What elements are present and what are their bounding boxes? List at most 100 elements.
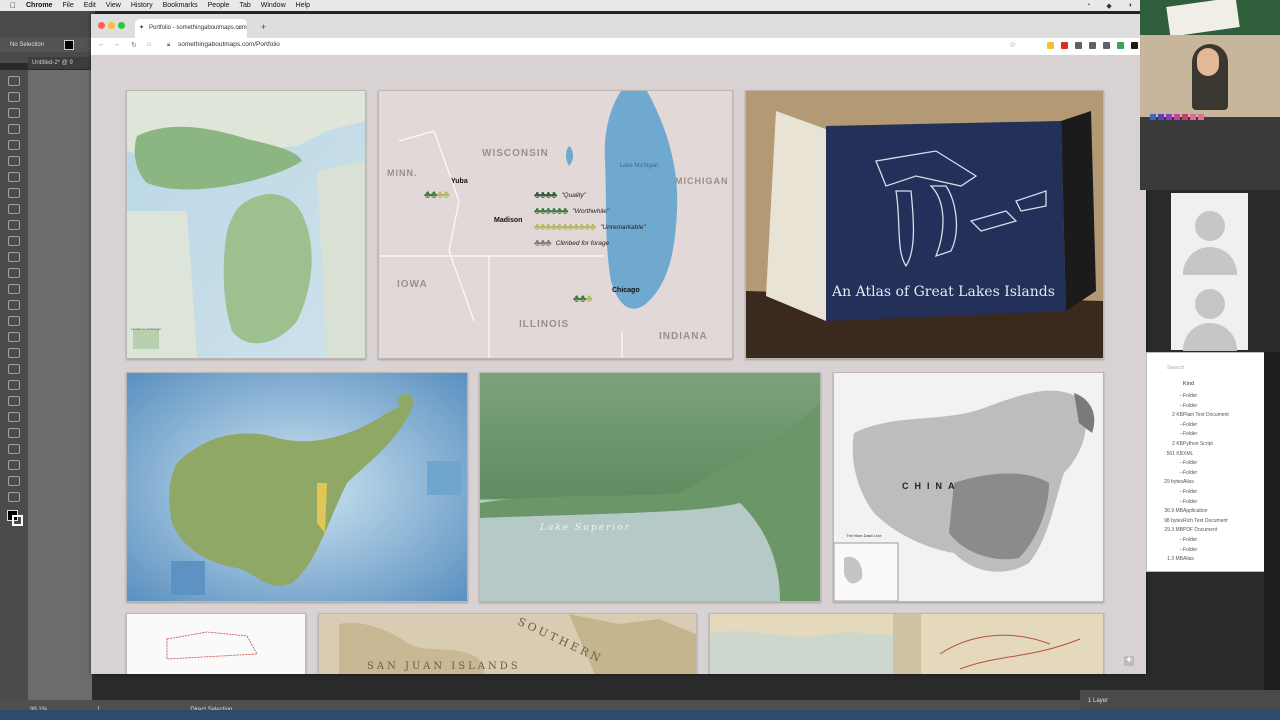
eraser-icon[interactable] [8,236,20,246]
menu-chrome[interactable]: Chrome [26,2,52,9]
swatch[interactable] [1150,114,1156,120]
selection-tool-icon[interactable] [8,76,20,86]
paintbrush-icon[interactable] [8,204,20,214]
menu-tab[interactable]: Tab [239,2,250,9]
swatch[interactable] [1182,114,1188,120]
slice-tool-icon[interactable] [8,460,20,470]
finder-row[interactable]: 36.9 MB Application [1147,508,1259,517]
finder-row[interactable]: 2 KB Python Script [1147,441,1259,450]
finder-row[interactable]: 29 bytes Alias [1147,479,1259,488]
document-tab[interactable]: Untitled-2* @ 9 [28,57,92,69]
width-tool-icon[interactable] [8,284,20,294]
graph-tool-icon[interactable] [8,428,20,438]
blend-icon[interactable] [8,396,20,406]
finder-row[interactable]: 29.3 MB PDF Document [1147,527,1259,536]
menu-window[interactable]: Window [261,2,286,9]
map-tile-europe-routes[interactable] [709,613,1104,674]
address-bar[interactable]: somethingaboutmaps.com/Portfolio [178,41,280,48]
extension-icon[interactable] [1047,42,1054,49]
rotate-icon[interactable] [8,252,20,262]
perspective-grid-icon[interactable] [8,332,20,342]
photo-tile-atlas-great-lakes[interactable]: An Atlas of Great Lakes Islands [745,90,1104,359]
finder-row[interactable]: -- Folder [1147,460,1259,469]
volume-icon[interactable]: ◑ [1128,2,1132,9]
shape-builder-icon[interactable] [8,316,20,326]
map-tile-lake-superior[interactable]: Lake Superior [479,372,821,602]
finder-row[interactable]: 561 KB XML [1147,451,1259,460]
pen-tool-icon[interactable] [8,140,20,150]
map-tile-san-juan[interactable]: SAN JUAN ISLANDS SOUTHERN [318,613,697,674]
menu-help[interactable]: Help [296,2,310,9]
finder-row[interactable]: 1.3 MB Alias [1147,556,1259,565]
maximize-window-icon[interactable] [118,22,125,29]
zoom-tool-icon[interactable] [8,492,20,502]
fill-swatch[interactable] [64,39,75,50]
dropbox-icon[interactable]: ◆ [1106,2,1111,10]
finder-row[interactable]: -- Folder [1147,537,1259,546]
new-tab-button[interactable]: + [261,22,266,32]
finder-row[interactable]: -- Folder [1147,499,1259,508]
menu-view[interactable]: View [106,2,121,9]
home-button[interactable]: ⌂ [147,41,151,48]
finder-row[interactable]: -- Folder [1147,547,1259,556]
symbol-sprayer-icon[interactable] [8,412,20,422]
rectangle-tool-icon[interactable] [8,188,20,198]
map-tile-midwest-trees[interactable]: WISCONSIN MICHIGAN MINN. IOWA ILLINOIS I… [378,90,733,359]
swatch[interactable] [1158,114,1164,120]
close-window-icon[interactable] [98,22,105,29]
hand-tool-icon[interactable] [8,476,20,486]
map-tile-island[interactable] [126,372,468,602]
kind-column-header[interactable]: Kind [1183,381,1194,387]
finder-row[interactable]: -- Folder [1147,470,1259,479]
extension-icon[interactable] [1131,42,1138,49]
fill-stroke-icon[interactable] [7,510,23,526]
scale-icon[interactable] [8,268,20,278]
finder-row[interactable]: -- Folder [1147,403,1259,412]
artboard-canvas[interactable] [28,70,92,700]
extension-icon[interactable] [1075,42,1082,49]
map-tile-china[interactable]: CHINA The Nine-Dash Line [833,372,1104,602]
finder-row[interactable]: -- Folder [1147,393,1259,402]
pencil-icon[interactable] [8,220,20,230]
tab-portfolio[interactable]: ✦ Portfolio - somethingaboutmaps.com [135,19,247,38]
menu-people[interactable]: People [208,2,230,9]
bookmark-star-icon[interactable]: ☆ [1009,40,1016,49]
finder-search-field[interactable]: Search [1167,365,1184,371]
map-tile-michigan-landforms[interactable]: Landforms of Michigan [126,90,366,359]
direct-selection-tool-icon[interactable] [8,92,20,102]
map-tile-chart-partial[interactable] [126,613,306,674]
magic-wand-icon[interactable] [8,108,20,118]
portfolio-page[interactable]: Landforms of Michigan WISCONSIN MICHIGAN… [91,55,1146,674]
finder-row[interactable]: -- Folder [1147,489,1259,498]
swatch[interactable] [1166,114,1172,120]
eyedropper-icon[interactable] [8,380,20,390]
finder-row[interactable]: -- Folder [1147,431,1259,440]
mesh-icon[interactable] [8,348,20,358]
free-transform-icon[interactable] [8,300,20,310]
menu-edit[interactable]: Edit [84,2,96,9]
wifi-icon[interactable]: ◔ [1086,2,1090,9]
swatch[interactable] [1198,114,1204,120]
gradient-icon[interactable] [8,364,20,374]
minimize-window-icon[interactable] [108,22,115,29]
forward-button[interactable]: → [113,41,120,48]
tab-close-icon[interactable]: × [237,25,241,32]
extension-icon[interactable] [1117,42,1124,49]
extension-icon[interactable] [1089,42,1096,49]
menu-file[interactable]: File [62,2,73,9]
lasso-icon[interactable] [8,124,20,134]
back-button[interactable]: ← [98,41,105,48]
finder-row[interactable]: -- Folder [1147,422,1259,431]
extension-icon[interactable] [1103,42,1110,49]
menu-history[interactable]: History [131,2,153,9]
finder-row[interactable]: 2 KB Plain Text Document [1147,412,1259,421]
type-tool-icon[interactable] [8,156,20,166]
line-tool-icon[interactable] [8,172,20,182]
finder-row[interactable]: 98 bytes Rich Text Document [1147,518,1259,527]
scroll-to-top-icon[interactable]: ✚ [1124,656,1134,666]
reload-button[interactable]: ↻ [131,41,137,49]
extension-icon[interactable] [1061,42,1068,49]
swatch[interactable] [1190,114,1196,120]
artboard-tool-icon[interactable] [8,444,20,454]
menu-bookmarks[interactable]: Bookmarks [163,2,198,9]
